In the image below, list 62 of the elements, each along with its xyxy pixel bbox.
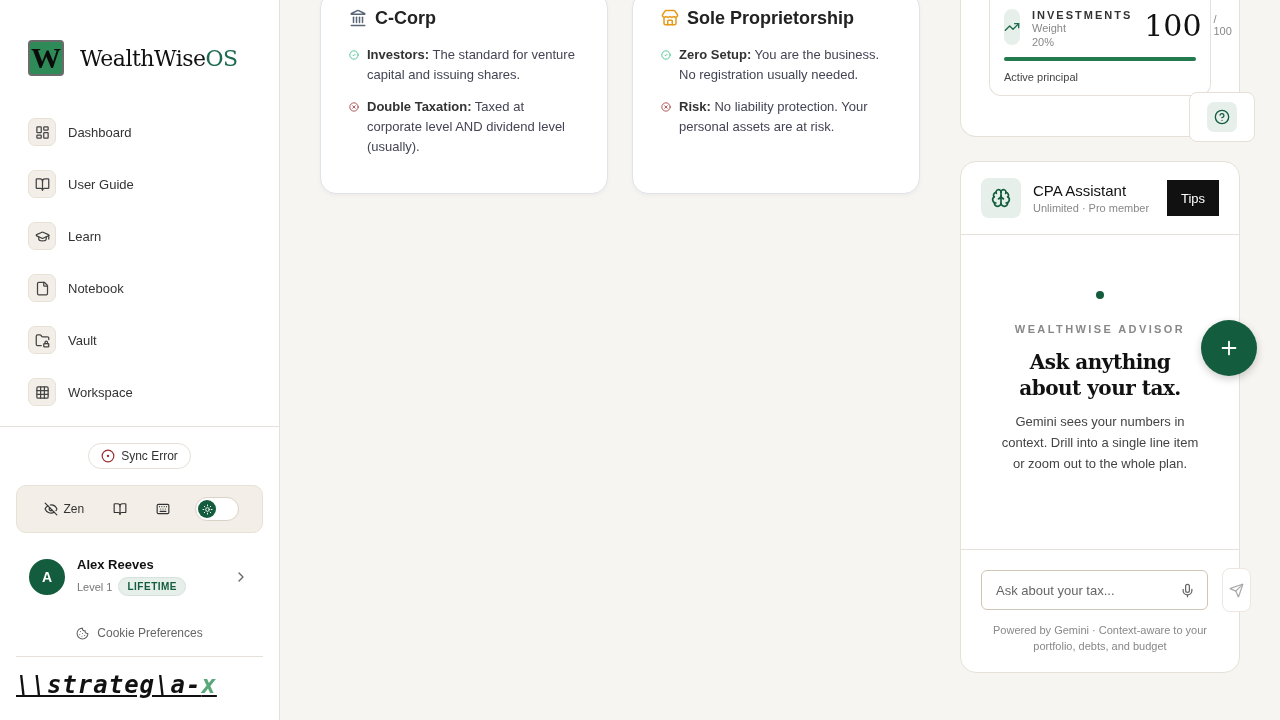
zen-button[interactable]: Zen xyxy=(39,498,89,520)
logo-mark: W xyxy=(28,40,64,76)
store-icon xyxy=(661,9,679,27)
x-icon xyxy=(661,102,671,112)
assistant-subtitle: Unlimited · Pro member xyxy=(1033,202,1150,214)
eyebrow-label: WEALTHWISE ADVISOR xyxy=(1014,323,1186,335)
check-icon xyxy=(349,50,359,60)
user-name: Alex Reeves xyxy=(77,557,155,572)
sync-status-button[interactable]: Sync Error xyxy=(88,443,191,469)
card-title: Sole Proprietorship xyxy=(687,7,855,29)
x-icon xyxy=(349,102,359,112)
cookie-icon xyxy=(76,626,90,640)
nav-item[interactable]: Vault xyxy=(28,326,251,354)
caption: Active principal xyxy=(1004,71,1079,83)
weight-label: Weight 20% xyxy=(1032,21,1068,49)
nav-item[interactable]: Workspace xyxy=(28,378,251,406)
score-value: 100 xyxy=(1144,8,1202,43)
nav-item[interactable]: Learn xyxy=(28,222,251,250)
theme-toggle[interactable] xyxy=(195,497,240,521)
book-icon xyxy=(113,502,128,516)
sun-icon xyxy=(198,500,217,518)
point-text: Investors: The standard for venture capital and issuing shares. xyxy=(367,46,576,84)
score-max: / 100 xyxy=(1213,13,1232,37)
trending-up-icon xyxy=(1004,9,1020,45)
question-field[interactable]: Ask about your tax... xyxy=(981,570,1208,610)
point-text: Zero Setup: You are the business. No registration usually needed. xyxy=(679,46,881,84)
check-icon xyxy=(661,50,671,60)
folder-lock-icon xyxy=(28,326,56,354)
brand-name: WealthWiseOS xyxy=(80,45,238,71)
brain-icon xyxy=(981,178,1021,218)
card-title: C-Corp xyxy=(375,7,436,29)
assistant-footer-note: Powered by Gemini · Context-aware to your portfolio, debts, and budget xyxy=(992,623,1208,654)
nav-item[interactable]: User Guide xyxy=(28,170,251,198)
add-button[interactable] xyxy=(1201,320,1257,376)
point-text: Risk: No liability protection. Your personal assets are at risk. xyxy=(679,98,869,136)
footer-logo: \\strateg\a-x xyxy=(16,656,263,699)
nav-item[interactable]: Dashboard xyxy=(28,118,251,146)
question-input[interactable]: Ask about your tax... xyxy=(994,581,1174,599)
tips-button[interactable]: Tips xyxy=(1167,180,1219,216)
graduation-cap-icon xyxy=(28,222,56,250)
alert-icon xyxy=(101,449,116,463)
category-label: INVESTMENTS xyxy=(1032,9,1133,21)
send-icon xyxy=(1229,582,1244,598)
assistant-heading: Ask anything about your tax. xyxy=(1018,349,1182,401)
dashboard-icon xyxy=(28,118,56,146)
point-text: Double Taxation: Taxed at corporate level AND dividend level (usually). xyxy=(367,98,566,156)
book-icon xyxy=(28,170,56,198)
microphone-icon[interactable] xyxy=(1180,582,1195,598)
help-icon xyxy=(1207,102,1237,132)
avatar: A xyxy=(29,558,65,595)
document-icon xyxy=(28,274,56,302)
eye-off-icon xyxy=(43,502,58,516)
grid-icon xyxy=(28,378,56,406)
nav-item[interactable]: Notebook xyxy=(28,274,251,302)
assistant-title: CPA Assistant xyxy=(1033,182,1128,199)
plan-badge: LIFETIME xyxy=(118,577,187,596)
user-level: Level 1 xyxy=(77,580,113,593)
bank-icon xyxy=(349,9,367,27)
keyboard-icon xyxy=(156,502,171,516)
cookie-preferences-link[interactable]: Cookie Preferences xyxy=(76,626,203,640)
status-dot xyxy=(1096,291,1104,299)
assistant-description: Gemini sees your numbers in context. Drill into a single line item or zoom out to the whole plan. xyxy=(1001,413,1199,473)
